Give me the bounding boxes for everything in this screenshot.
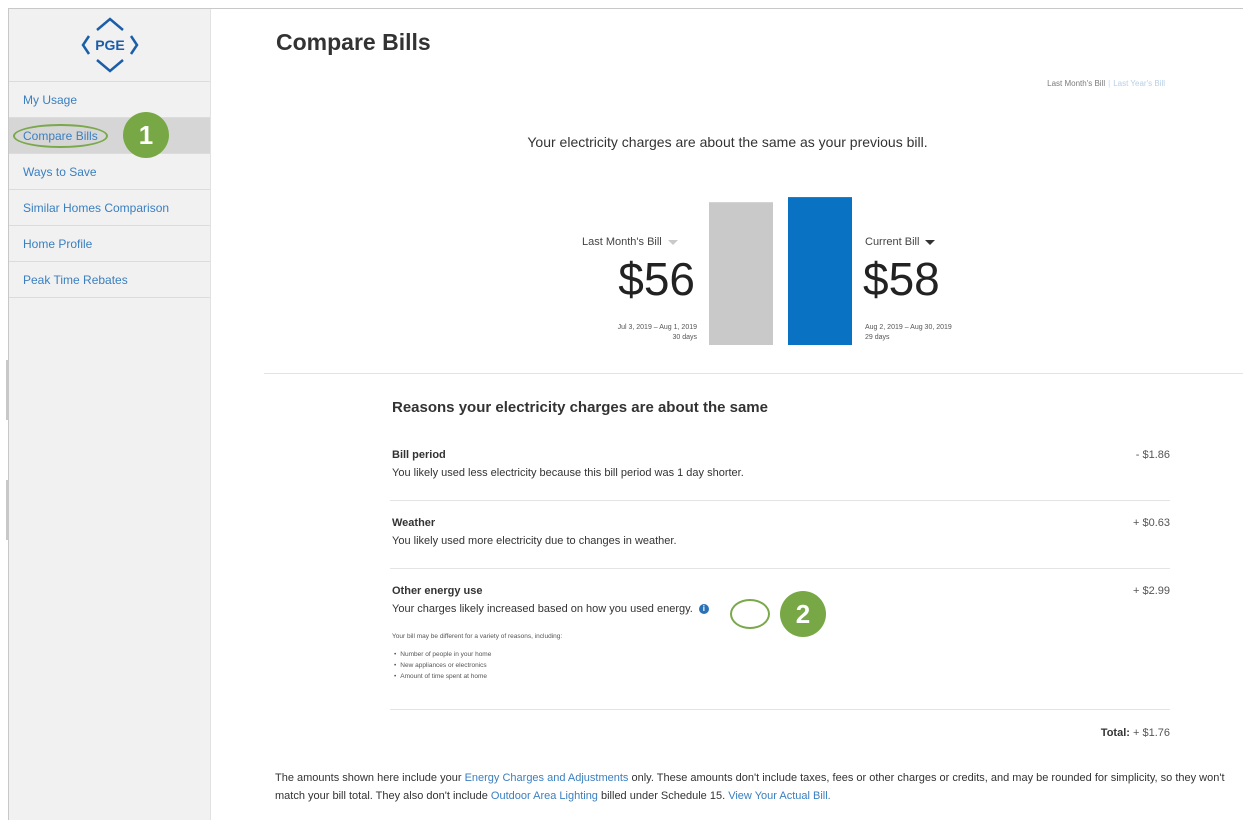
bill-comparison-chart (709, 197, 852, 345)
current-bill-selector[interactable]: Current Bill (865, 236, 936, 248)
total-label: Total: (1100, 727, 1130, 739)
logo-text: PGE (95, 37, 125, 53)
current-bill-dates: Aug 2, 2019 – Aug 30, 2019 (865, 324, 952, 331)
sidebar-item-label: Home Profile (23, 236, 93, 251)
reason-detail-list: Number of people in your home New applia… (394, 649, 491, 682)
annotation-badge-2: 2 (780, 591, 826, 637)
current-bill-label: Current Bill (865, 236, 920, 248)
view-actual-bill-link[interactable]: View Your Actual Bill. (728, 790, 831, 802)
reason-description: Your charges likely increased based on h… (392, 603, 709, 615)
footer-disclaimer: The amounts shown here include your Ener… (275, 769, 1243, 805)
main-content: Compare Bills Last Month's Bill | Last Yea… (212, 9, 1243, 820)
info-icon[interactable]: i (698, 604, 709, 615)
sidebar-item-home-profile[interactable]: Home Profile (9, 226, 210, 262)
current-bill-bar (788, 197, 852, 345)
list-item: Amount of time spent at home (394, 671, 491, 682)
footer-text: The amounts shown here include your (275, 772, 465, 784)
energy-charges-link[interactable]: Energy Charges and Adjustments (465, 772, 629, 784)
reason-description: You likely used less electricity because… (392, 467, 744, 479)
sidebar-item-similar-homes[interactable]: Similar Homes Comparison (9, 190, 210, 226)
sidebar-item-my-usage[interactable]: My Usage (9, 82, 210, 118)
sidebar-item-label: Similar Homes Comparison (23, 200, 170, 215)
previous-bill-bar (709, 202, 773, 345)
annotation-badge-1: 1 (123, 112, 169, 158)
reason-amount: - $1.86 (1135, 449, 1170, 461)
chevron-down-icon (925, 239, 936, 245)
footer-text: billed under Schedule 15. (597, 790, 729, 802)
reason-weather: Weather You likely used more electricity… (390, 517, 1170, 569)
sidebar-item-label: Compare Bills (13, 123, 108, 148)
reason-amount: + $0.63 (1132, 517, 1170, 529)
current-bill-amount: $58 (863, 253, 940, 305)
outdoor-lighting-link[interactable]: Outdoor Area Lighting (491, 790, 598, 802)
reason-bill-period: Bill period You likely used less electri… (390, 449, 1170, 501)
section-divider (264, 373, 1243, 374)
reason-description: You likely used more electricity due to … (392, 535, 677, 547)
reason-title: Other energy use (392, 585, 483, 597)
sidebar-item-label: Peak Time Rebates (23, 272, 128, 287)
sidebar-item-peak-time-rebates[interactable]: Peak Time Rebates (9, 262, 210, 298)
sidebar-item-compare-bills[interactable]: Compare Bills (9, 118, 210, 154)
reason-description-text: Your charges likely increased based on h… (392, 603, 693, 615)
reason-title: Weather (392, 517, 436, 529)
reason-amount: + $2.99 (1132, 585, 1170, 597)
list-item: New appliances or electronics (394, 660, 491, 671)
sidebar-item-label: Ways to Save (23, 164, 97, 179)
sidebar-item-ways-to-save[interactable]: Ways to Save (9, 154, 210, 190)
list-item: Number of people in your home (394, 649, 491, 660)
current-bill-period: Aug 2, 2019 – Aug 30, 2019 29 days (865, 323, 952, 343)
reason-detail-intro: Your bill may be different for a variety… (392, 633, 563, 640)
reason-other-energy-use: Other energy use Your charges likely inc… (390, 585, 1170, 710)
reasons-title: Reasons your electricity charges are abo… (392, 399, 768, 416)
reason-title: Bill period (392, 449, 446, 461)
total-value: + $1.76 (1132, 727, 1170, 739)
total: Total: + $1.76 (1101, 727, 1170, 739)
pge-logo-icon: PGE (80, 17, 139, 73)
sidebar: PGE My Usage Compare Bills Ways to Save … (9, 9, 211, 820)
annotation-highlight-ring (730, 599, 770, 629)
pge-logo[interactable]: PGE (9, 9, 210, 82)
sidebar-item-label: My Usage (23, 92, 78, 107)
current-bill-days: 29 days (865, 334, 890, 341)
